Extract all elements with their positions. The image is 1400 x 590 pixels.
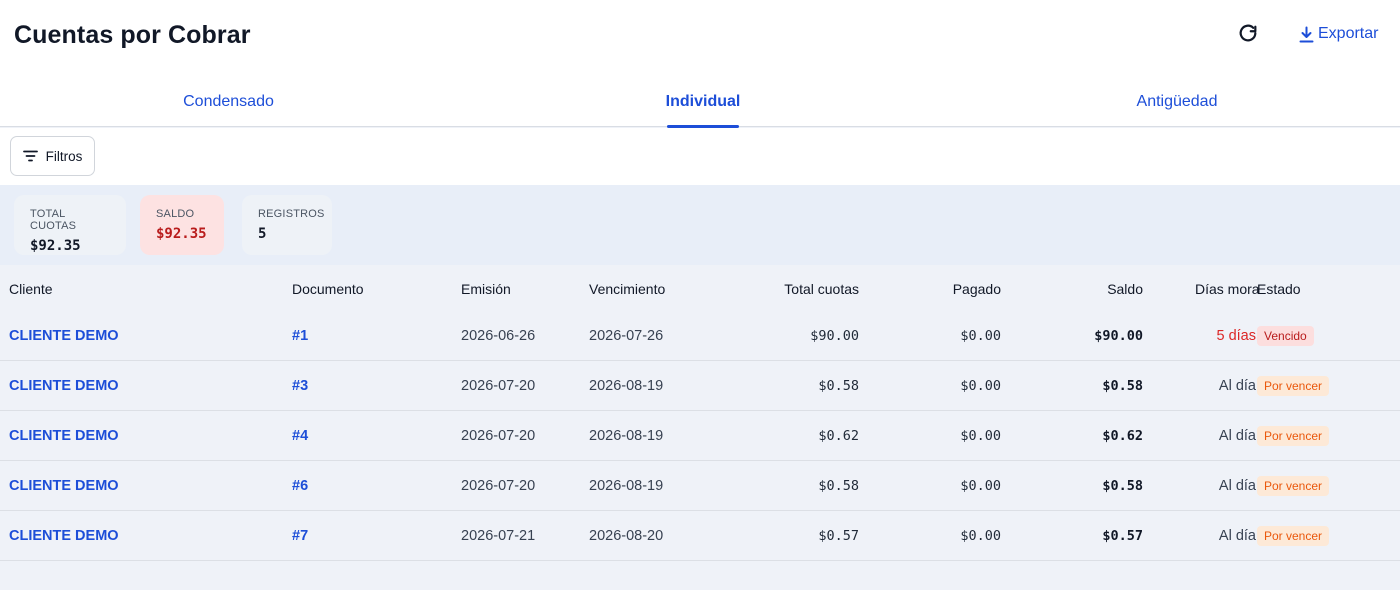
vencimiento-date: 2026-08-19 xyxy=(589,427,664,444)
summary-label: REGISTROS xyxy=(258,208,325,220)
cliente-link[interactable]: CLIENTE DEMO xyxy=(9,378,119,394)
estado-cell: Por vencer xyxy=(1257,425,1330,446)
pagado-value: $0.00 xyxy=(960,327,1001,344)
cliente-link[interactable]: CLIENTE DEMO xyxy=(9,428,119,444)
table-row[interactable]: CLIENTE DEMO #4 2026-07-20 2026-08-19 $0… xyxy=(0,411,1400,461)
status-badge: Por vencer xyxy=(1257,375,1330,396)
column-header-emision[interactable]: Emisión xyxy=(461,281,511,297)
filters-label: Filtros xyxy=(45,148,83,164)
documento-link[interactable]: #1 xyxy=(292,328,308,344)
documento-link[interactable]: #7 xyxy=(292,528,308,544)
dias-mora-value: Al día xyxy=(1218,527,1256,544)
documento-link[interactable]: #4 xyxy=(292,428,308,444)
column-header-pagado[interactable]: Pagado xyxy=(953,281,1001,297)
page-title: Cuentas por Cobrar xyxy=(14,21,251,49)
total-cuotas-value: $90.00 xyxy=(810,327,859,344)
saldo-value: $0.57 xyxy=(1102,527,1143,544)
refresh-icon xyxy=(1239,24,1257,42)
summary-card-saldo: SALDO $92.35 xyxy=(140,195,224,255)
cliente-link[interactable]: CLIENTE DEMO xyxy=(9,478,119,494)
export-button[interactable]: Exportar xyxy=(1299,25,1378,43)
emision-date: 2026-07-20 xyxy=(461,427,536,444)
column-header-vencimiento[interactable]: Vencimiento xyxy=(589,281,665,297)
pagado-value: $0.00 xyxy=(960,477,1001,494)
summary-card-total-cuotas: TOTAL CUOTAS $92.35 xyxy=(14,195,126,255)
vencimiento-date: 2026-08-19 xyxy=(589,377,664,394)
summary-value: 5 xyxy=(258,226,267,242)
column-header-total-cuotas[interactable]: Total cuotas xyxy=(784,281,859,297)
status-badge: Por vencer xyxy=(1257,525,1330,546)
emision-date: 2026-06-26 xyxy=(461,327,536,344)
dias-mora-value: Al día xyxy=(1218,377,1256,394)
top-bar: Cuentas por Cobrar Exportar Condensado I… xyxy=(0,0,1400,128)
status-badge: Por vencer xyxy=(1257,475,1330,496)
tab-individual[interactable]: Individual xyxy=(666,84,740,128)
filter-icon xyxy=(22,150,38,162)
cliente-link[interactable]: CLIENTE DEMO xyxy=(9,328,119,344)
saldo-value: $0.58 xyxy=(1102,377,1143,394)
summary-label: SALDO xyxy=(156,208,195,220)
total-cuotas-value: $0.62 xyxy=(818,427,859,444)
status-badge: Por vencer xyxy=(1257,425,1330,446)
estado-cell: Por vencer xyxy=(1257,375,1330,396)
table-header: Cliente Documento Emisión Vencimiento To… xyxy=(0,265,1400,311)
total-cuotas-value: $0.58 xyxy=(818,377,859,394)
estado-cell: Por vencer xyxy=(1257,525,1330,546)
summary-strip: TOTAL CUOTAS $92.35 SALDO $92.35 REGISTR… xyxy=(0,185,1400,265)
documento-link[interactable]: #3 xyxy=(292,378,308,394)
table-row[interactable]: CLIENTE DEMO #3 2026-07-20 2026-08-19 $0… xyxy=(0,361,1400,411)
estado-cell: Vencido xyxy=(1257,325,1314,346)
table-row[interactable]: CLIENTE DEMO #6 2026-07-20 2026-08-19 $0… xyxy=(0,461,1400,511)
dias-mora-value: Al día xyxy=(1218,427,1256,444)
cliente-link[interactable]: CLIENTE DEMO xyxy=(9,528,119,544)
column-header-saldo[interactable]: Saldo xyxy=(1107,281,1143,297)
emision-date: 2026-07-21 xyxy=(461,527,536,544)
pagado-value: $0.00 xyxy=(960,377,1001,394)
total-cuotas-value: $0.58 xyxy=(818,477,859,494)
filter-bar: Filtros xyxy=(0,128,1400,185)
saldo-value: $0.62 xyxy=(1102,427,1143,444)
dias-mora-value: 5 días xyxy=(1216,327,1257,344)
tab-condensado[interactable]: Condensado xyxy=(183,84,274,127)
emision-date: 2026-07-20 xyxy=(461,477,536,494)
column-header-estado[interactable]: Estado xyxy=(1257,281,1301,297)
column-header-cliente[interactable]: Cliente xyxy=(9,281,53,297)
pagado-value: $0.00 xyxy=(960,527,1001,544)
status-badge: Vencido xyxy=(1257,325,1314,346)
table-row[interactable]: CLIENTE DEMO #7 2026-07-21 2026-08-20 $0… xyxy=(0,511,1400,561)
dias-mora-value: Al día xyxy=(1218,477,1256,494)
pagado-value: $0.00 xyxy=(960,427,1001,444)
refresh-button[interactable] xyxy=(1236,22,1260,46)
summary-value: $92.35 xyxy=(30,238,81,254)
vencimiento-date: 2026-08-19 xyxy=(589,477,664,494)
filters-button[interactable]: Filtros xyxy=(10,136,95,176)
column-header-dias-mora[interactable]: Días mora xyxy=(1195,281,1260,297)
documento-link[interactable]: #6 xyxy=(292,478,308,494)
vencimiento-date: 2026-07-26 xyxy=(589,327,664,344)
vencimiento-date: 2026-08-20 xyxy=(589,527,664,544)
receivables-table: Cliente Documento Emisión Vencimiento To… xyxy=(0,265,1400,561)
column-header-documento[interactable]: Documento xyxy=(292,281,364,297)
summary-card-registros: REGISTROS 5 xyxy=(242,195,332,255)
estado-cell: Por vencer xyxy=(1257,475,1330,496)
download-icon xyxy=(1299,26,1314,42)
saldo-value: $90.00 xyxy=(1094,327,1143,344)
saldo-value: $0.58 xyxy=(1102,477,1143,494)
emision-date: 2026-07-20 xyxy=(461,377,536,394)
tab-antiguedad[interactable]: Antigüedad xyxy=(1136,84,1218,127)
export-label: Exportar xyxy=(1318,25,1379,42)
total-cuotas-value: $0.57 xyxy=(818,527,859,544)
summary-label: TOTAL CUOTAS xyxy=(30,208,77,232)
view-tabs: Condensado Individual Antigüedad xyxy=(0,84,1400,128)
summary-value: $92.35 xyxy=(156,226,207,242)
table-row[interactable]: CLIENTE DEMO #1 2026-06-26 2026-07-26 $9… xyxy=(0,311,1400,361)
